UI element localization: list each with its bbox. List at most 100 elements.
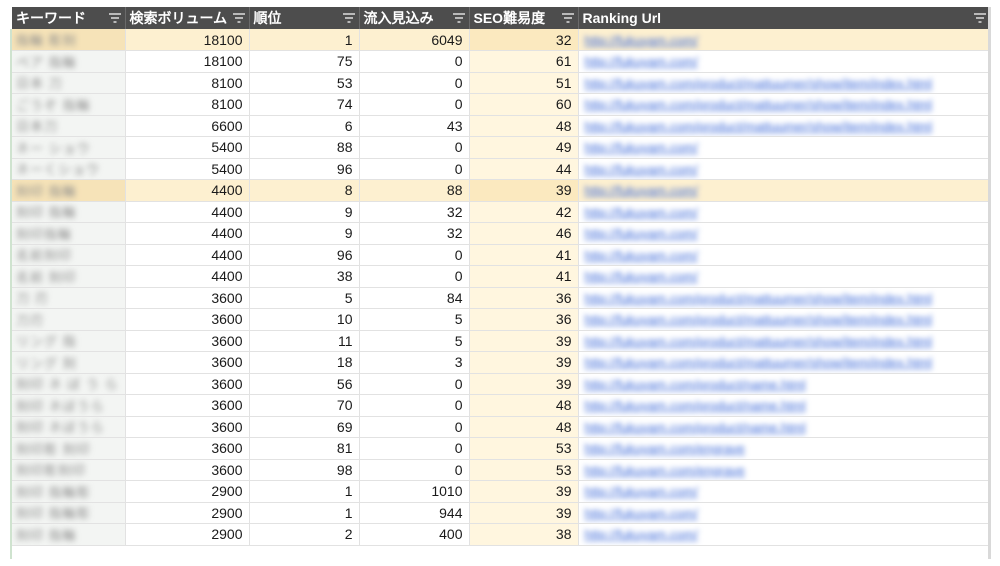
rank-cell[interactable]: 6 — [249, 115, 360, 137]
volume-cell[interactable]: 3600 — [125, 351, 250, 374]
ranking-url-link[interactable]: http://fukuyam.com/product/mattuumer/sho… — [585, 334, 933, 349]
volume-cell[interactable]: 2900 — [125, 480, 250, 503]
seo-difficulty-cell[interactable]: 39 — [469, 351, 579, 374]
column-header-keyword[interactable]: キーワード — [12, 7, 126, 29]
volume-cell[interactable]: 3600 — [125, 416, 250, 438]
ranking-url-cell[interactable]: http://fukuyam.com/ — [578, 50, 990, 73]
ranking-url-link[interactable]: http://fukuyam.com/product/mattuumer/sho… — [585, 97, 933, 112]
seo-difficulty-cell[interactable]: 39 — [469, 330, 579, 352]
ranking-url-link[interactable]: http://fukuyam.com/ — [585, 54, 698, 69]
volume-cell[interactable]: 3600 — [125, 437, 250, 460]
inflow-cell[interactable]: 0 — [359, 437, 470, 460]
filter-icon[interactable] — [973, 13, 986, 23]
ranking-url-cell[interactable]: http://fukuyam.com/product/mattuumer/sho… — [578, 330, 990, 352]
seo-difficulty-cell[interactable]: 41 — [469, 244, 579, 266]
keyword-cell[interactable]: 刻印 ネぼうら — [12, 394, 126, 417]
volume-cell[interactable]: 3600 — [125, 394, 250, 417]
table-row[interactable]: リング 刻 3600 18 3 39 http://fukuyam.com/product… — [12, 351, 990, 374]
volume-cell[interactable]: 4400 — [125, 201, 250, 223]
table-row[interactable]: 刻印 指輪 4400 8 88 39 http://fukuyam.com/ — [12, 179, 990, 202]
seo-difficulty-cell[interactable]: 49 — [469, 136, 579, 159]
keyword-cell[interactable]: ネーくショウ — [12, 158, 126, 180]
table-row[interactable]: 刀 刃 3600 5 84 36 http://fukuyam.com/product/m… — [12, 287, 990, 309]
volume-cell[interactable]: 3600 — [125, 373, 250, 395]
volume-cell[interactable]: 2900 — [125, 502, 250, 524]
inflow-cell[interactable]: 0 — [359, 459, 470, 481]
table-row[interactable]: 日本 刀 8100 53 0 51 http://fukuyam.com/product/… — [12, 72, 990, 94]
table-row[interactable]: 刻印 指輪彫 2900 1 944 39 http://fukuyam.com/ — [12, 502, 990, 524]
keyword-cell[interactable]: 日本 刀 — [12, 72, 126, 94]
seo-difficulty-cell[interactable]: 48 — [469, 394, 579, 417]
rank-cell[interactable]: 1 — [249, 29, 360, 51]
table-row[interactable]: 名前 刻印 4400 38 0 41 http://fukuyam.com/ — [12, 265, 990, 288]
ranking-url-link[interactable]: http://fukuyam.com/ — [585, 226, 698, 241]
rank-cell[interactable]: 9 — [249, 222, 360, 245]
seo-difficulty-cell[interactable]: 60 — [469, 93, 579, 116]
ranking-url-link[interactable]: http://fukuyam.com/product/mattuumer/sho… — [585, 76, 933, 91]
ranking-url-link[interactable]: http://fukuyam.com/ — [585, 248, 698, 263]
keyword-cell[interactable]: ペア 指輪 — [12, 50, 126, 73]
inflow-cell[interactable]: 0 — [359, 93, 470, 116]
table-row[interactable]: 刻印 指輪 4400 9 32 42 http://fukuyam.com/ — [12, 201, 990, 223]
volume-cell[interactable]: 5400 — [125, 136, 250, 159]
ranking-url-link[interactable]: http://fukuyam.com/ — [585, 162, 698, 177]
volume-cell[interactable]: 2900 — [125, 523, 250, 546]
inflow-cell[interactable]: 6049 — [359, 29, 470, 51]
ranking-url-link[interactable]: http://fukuyam.com/product/mattuumer/sho… — [585, 312, 933, 327]
keyword-cell[interactable]: 刀刃 — [12, 308, 126, 331]
volume-cell[interactable]: 3600 — [125, 330, 250, 352]
ranking-url-link[interactable]: http://fukuyam.com/product/name.html — [585, 420, 806, 435]
ranking-url-link[interactable]: http://fukuyam.com/ — [585, 183, 698, 198]
table-row[interactable]: 刻印 ネ ぼ う ら 3600 56 0 39 http://fukuyam.com/pr… — [12, 373, 990, 395]
table-row[interactable]: 刻印彫 刻印 3600 81 0 53 http://fukuyam.com/engrav… — [12, 437, 990, 460]
seo-difficulty-cell[interactable]: 38 — [469, 523, 579, 546]
seo-difficulty-cell[interactable]: 53 — [469, 459, 579, 481]
inflow-cell[interactable]: 0 — [359, 72, 470, 94]
rank-cell[interactable]: 88 — [249, 136, 360, 159]
rank-cell[interactable]: 1 — [249, 480, 360, 503]
rank-cell[interactable]: 98 — [249, 459, 360, 481]
ranking-url-cell[interactable]: http://fukuyam.com/ — [578, 158, 990, 180]
ranking-url-link[interactable]: http://fukuyam.com/ — [585, 527, 698, 542]
keyword-cell[interactable]: 刻印 ネぼうら — [12, 416, 126, 438]
table-row[interactable]: ごうぞ 指輪 8100 74 0 60 http://fukuyam.com/produc… — [12, 93, 990, 116]
seo-difficulty-cell[interactable]: 46 — [469, 222, 579, 245]
filter-icon[interactable] — [108, 13, 121, 23]
ranking-url-cell[interactable]: http://fukuyam.com/ — [578, 201, 990, 223]
volume-cell[interactable]: 5400 — [125, 158, 250, 180]
ranking-url-link[interactable]: http://fukuyam.com/engrave — [585, 441, 745, 456]
column-header-seo[interactable]: SEO難易度 — [469, 7, 579, 29]
volume-cell[interactable]: 8100 — [125, 93, 250, 116]
ranking-url-cell[interactable]: http://fukuyam.com/product/mattuumer/sho… — [578, 115, 990, 137]
inflow-cell[interactable]: 0 — [359, 136, 470, 159]
inflow-cell[interactable]: 0 — [359, 373, 470, 395]
seo-difficulty-cell[interactable]: 36 — [469, 287, 579, 309]
seo-difficulty-cell[interactable]: 42 — [469, 201, 579, 223]
ranking-url-link[interactable]: http://fukuyam.com/product/name.html — [585, 398, 806, 413]
volume-cell[interactable]: 8100 — [125, 72, 250, 94]
rank-cell[interactable]: 38 — [249, 265, 360, 288]
rank-cell[interactable]: 8 — [249, 179, 360, 202]
rank-cell[interactable]: 56 — [249, 373, 360, 395]
table-row[interactable]: 指輪 彫刻 18100 1 6049 32 http://fukuyam.com/ — [12, 29, 990, 51]
inflow-cell[interactable]: 43 — [359, 115, 470, 137]
inflow-cell[interactable]: 32 — [359, 222, 470, 245]
ranking-url-link[interactable]: http://fukuyam.com/product/mattuumer/sho… — [585, 119, 933, 134]
keyword-cell[interactable]: 刻印彫 刻印 — [12, 437, 126, 460]
volume-cell[interactable]: 3600 — [125, 287, 250, 309]
column-header-volume[interactable]: 検索ボリューム — [125, 7, 250, 29]
inflow-cell[interactable]: 5 — [359, 308, 470, 331]
rank-cell[interactable]: 69 — [249, 416, 360, 438]
ranking-url-link[interactable]: http://fukuyam.com/ — [585, 140, 698, 155]
keyword-cell[interactable]: リング 指 — [12, 330, 126, 352]
ranking-url-cell[interactable]: http://fukuyam.com/ — [578, 29, 990, 51]
ranking-url-cell[interactable]: http://fukuyam.com/ — [578, 244, 990, 266]
keyword-cell[interactable]: 刻印 ネ ぼ う ら — [12, 373, 126, 395]
ranking-url-cell[interactable]: http://fukuyam.com/product/name.html — [578, 394, 990, 417]
ranking-url-cell[interactable]: http://fukuyam.com/ — [578, 222, 990, 245]
ranking-url-link[interactable]: http://fukuyam.com/product/mattuumer/sho… — [585, 355, 933, 370]
ranking-url-link[interactable]: http://fukuyam.com/product/mattuumer/sho… — [585, 291, 933, 306]
keyword-cell[interactable]: ごうぞ 指輪 — [12, 93, 126, 116]
ranking-url-cell[interactable]: http://fukuyam.com/ — [578, 502, 990, 524]
keyword-cell[interactable]: 刻印指輪 — [12, 222, 126, 245]
